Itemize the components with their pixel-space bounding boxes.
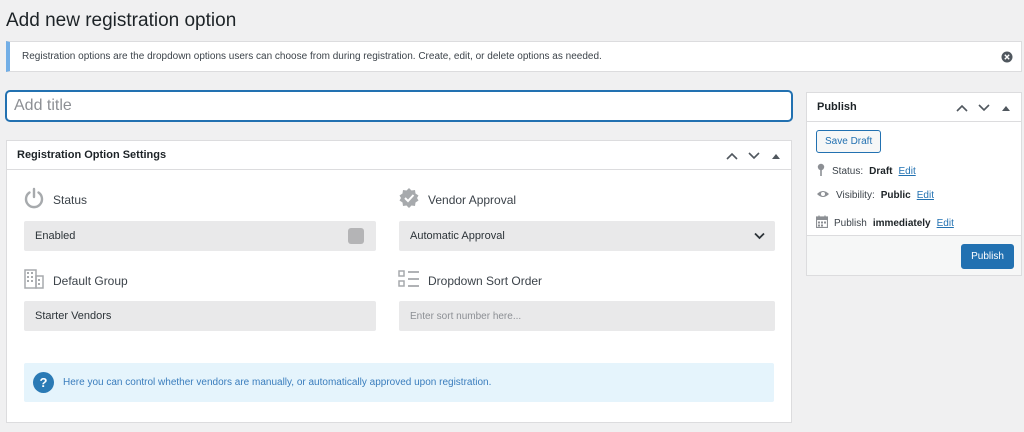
building-icon: [23, 269, 45, 292]
edit-publish-time-link[interactable]: Edit: [937, 218, 954, 229]
status-row: Status: Draft Edit: [816, 163, 916, 180]
verified-badge-icon: [398, 187, 420, 212]
pin-icon: [816, 163, 826, 180]
sort-order-label: Dropdown Sort Order: [428, 273, 543, 288]
status-value: Enabled: [35, 230, 76, 242]
default-group-label-group: Default Group: [23, 269, 128, 292]
visibility-row: Visibility: Public Edit: [816, 189, 934, 202]
status-label-group: Status: [23, 187, 87, 212]
sort-order-label-group: Dropdown Sort Order: [398, 269, 542, 292]
publish-time-row: Publish immediately Edit: [815, 215, 954, 231]
publish-actions: Publish: [807, 235, 1021, 275]
help-question-icon: ?: [33, 372, 54, 393]
sort-list-icon: [398, 269, 420, 292]
publish-button[interactable]: Publish: [961, 244, 1014, 269]
vendor-approval-value: Automatic Approval: [410, 230, 505, 242]
publish-box-title: Publish: [817, 101, 857, 113]
page-title: Add new registration option: [6, 10, 237, 31]
move-down-icon[interactable]: [745, 147, 763, 165]
calendar-icon: [815, 215, 829, 231]
publish-box-header: Publish: [807, 93, 1021, 122]
notice-text: Registration options are the dropdown op…: [22, 51, 602, 62]
visibility-text: Visibility:: [836, 190, 875, 201]
vendor-approval-label-group: Vendor Approval: [398, 187, 516, 212]
move-down-icon[interactable]: [975, 99, 993, 117]
status-toggle[interactable]: Enabled: [24, 221, 376, 251]
title-input[interactable]: [6, 91, 792, 121]
info-text: Here you can control whether vendors are…: [63, 377, 492, 388]
default-group-value: Starter Vendors: [35, 310, 112, 322]
dismiss-notice-icon[interactable]: [1001, 50, 1013, 63]
toggle-panel-icon[interactable]: [767, 147, 785, 165]
toggle-switch-icon[interactable]: [348, 228, 364, 244]
status-text: Status:: [832, 166, 864, 177]
power-icon: [23, 187, 45, 212]
sort-order-input[interactable]: [399, 301, 775, 331]
publish-time-text: Publish: [834, 217, 867, 229]
move-up-icon[interactable]: [953, 99, 971, 117]
default-group-label: Default Group: [53, 273, 128, 288]
edit-visibility-link[interactable]: Edit: [917, 190, 934, 201]
registration-settings-box: Registration Option Settings Status Enab…: [6, 140, 792, 423]
postbox-header: Registration Option Settings: [7, 141, 791, 170]
edit-status-link[interactable]: Edit: [898, 166, 915, 177]
eye-icon: [816, 189, 830, 202]
vendor-approval-select[interactable]: Automatic Approval: [399, 221, 775, 251]
default-group-field[interactable]: Starter Vendors: [24, 301, 376, 331]
status-label: Status: [53, 192, 88, 207]
move-up-icon[interactable]: [723, 147, 741, 165]
status-value: Draft: [869, 166, 893, 177]
info-banner: ? Here you can control whether vendors a…: [24, 363, 774, 402]
info-notice: Registration options are the dropdown op…: [6, 41, 1022, 72]
toggle-panel-icon[interactable]: [997, 99, 1015, 117]
publish-time-value: immediately: [872, 217, 931, 229]
save-draft-button[interactable]: Save Draft: [816, 130, 882, 153]
publish-box: Publish Save Draft Status: Draft Edit Vi…: [806, 92, 1022, 276]
chevron-down-icon: [754, 231, 765, 243]
visibility-value: Public: [880, 190, 911, 201]
settings-box-title: Registration Option Settings: [17, 149, 167, 161]
vendor-approval-label: Vendor Approval: [428, 192, 517, 207]
